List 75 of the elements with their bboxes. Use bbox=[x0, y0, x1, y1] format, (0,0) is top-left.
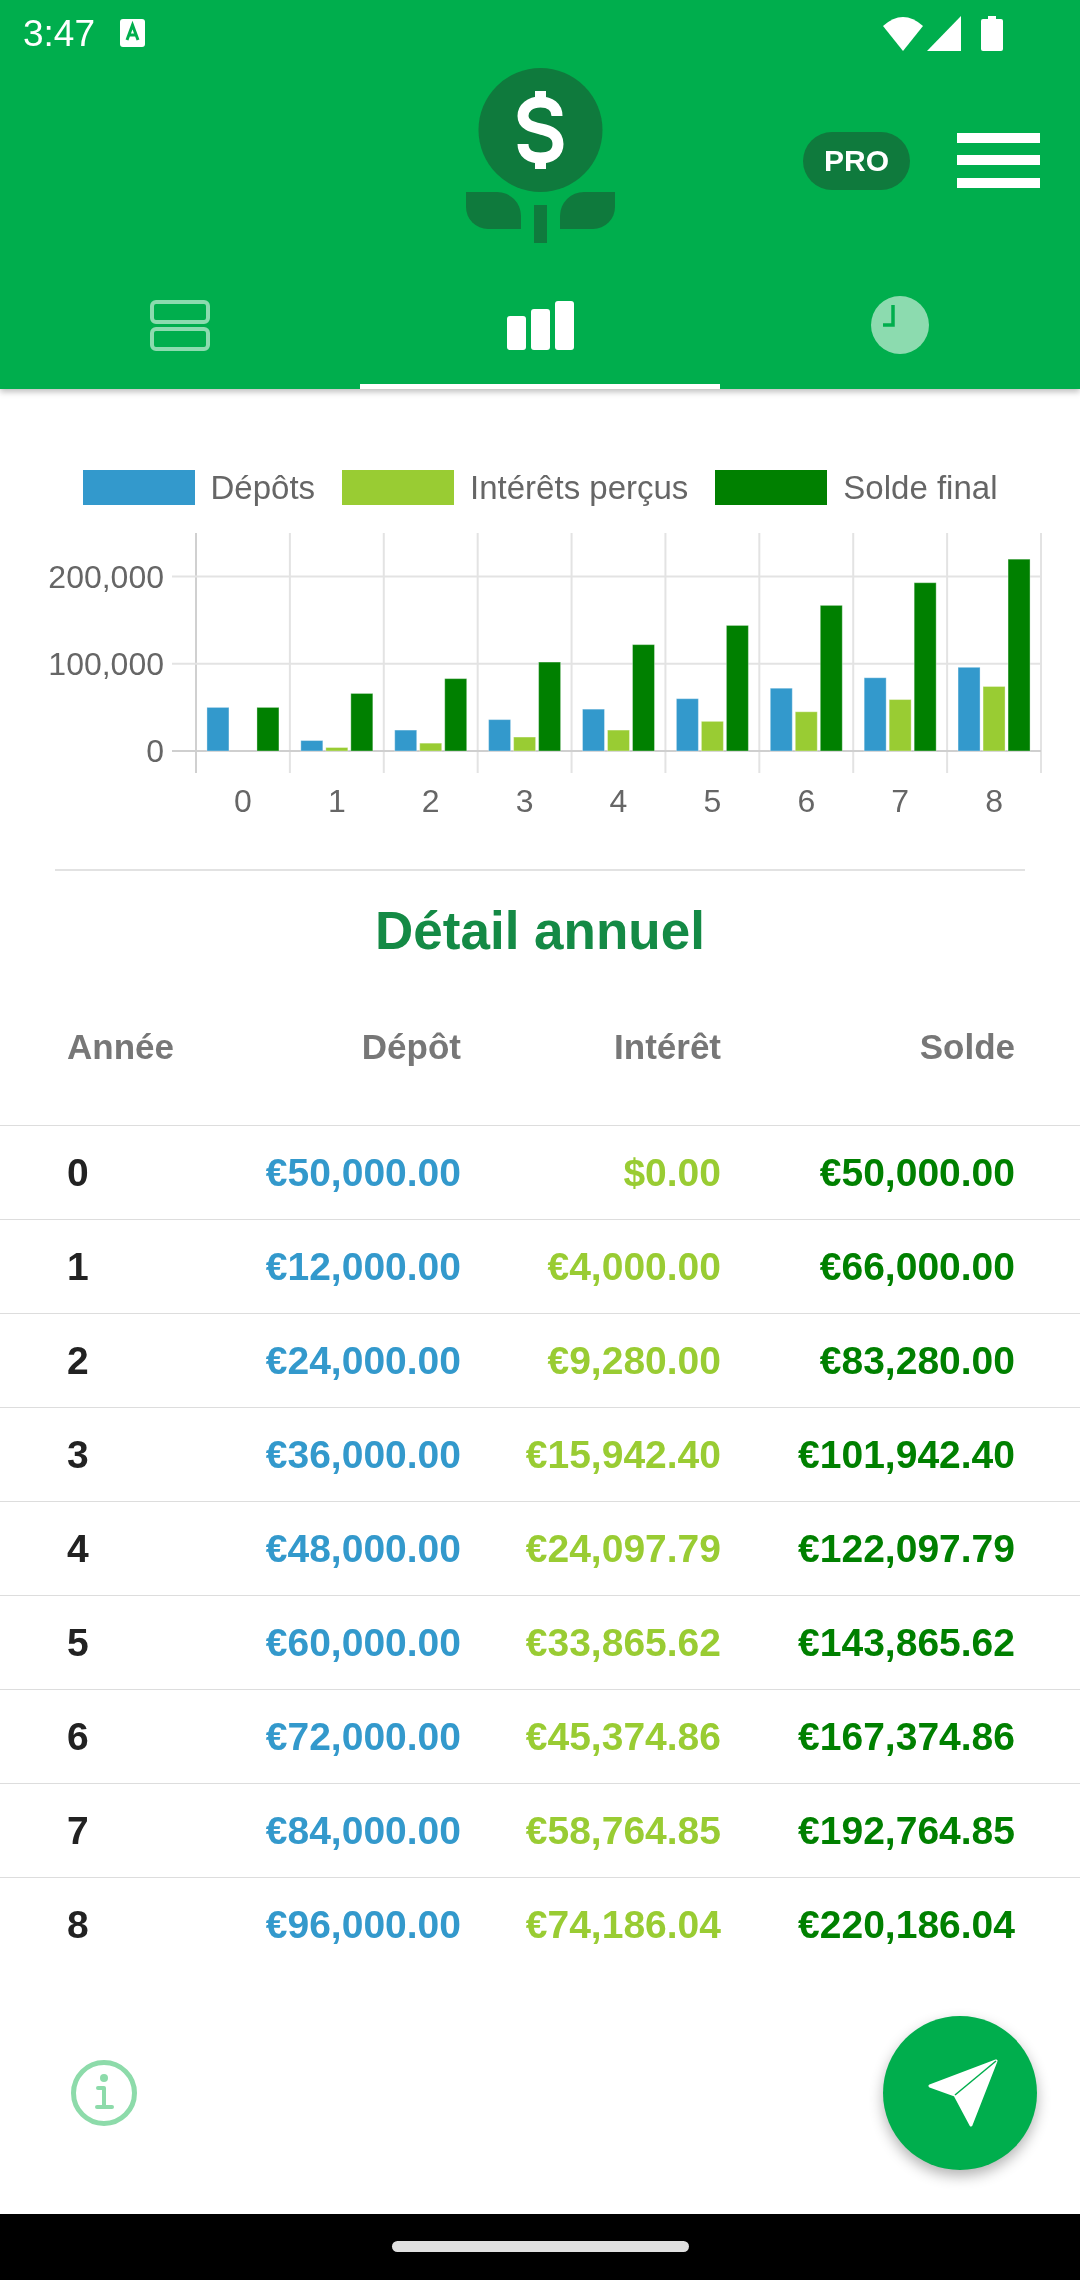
bar bbox=[256, 706, 280, 752]
axis-tick-label: 5 bbox=[703, 783, 722, 819]
table-cell: 0 bbox=[67, 1153, 89, 1192]
bar bbox=[582, 708, 605, 752]
axis-tick-label: 0 bbox=[234, 783, 252, 819]
table-cell: €50,000.00 bbox=[819, 1153, 1015, 1192]
column-header: Intérêt bbox=[614, 1027, 721, 1067]
table-cell: 4 bbox=[67, 1529, 89, 1568]
table-cell: €4,000.00 bbox=[547, 1247, 721, 1286]
section-title: Détail annuel bbox=[375, 903, 705, 957]
table-cell: €143,865.62 bbox=[798, 1623, 1015, 1662]
menu-button[interactable] bbox=[957, 133, 1040, 188]
table-cell: 8 bbox=[67, 1905, 89, 1944]
axis-tick-label: 3 bbox=[515, 783, 534, 819]
signal-icon bbox=[927, 15, 961, 51]
bar bbox=[607, 729, 630, 752]
send-button[interactable] bbox=[883, 2015, 1037, 2170]
table-cell: €84,000.00 bbox=[265, 1811, 461, 1850]
table-cell: 6 bbox=[67, 1717, 89, 1756]
axis-tick-label: 1 bbox=[327, 783, 346, 819]
table-cell: €83,280.00 bbox=[819, 1341, 1015, 1380]
bar bbox=[206, 706, 230, 752]
axis-tick-label: 7 bbox=[891, 783, 910, 819]
table-cell: €101,942.40 bbox=[798, 1435, 1015, 1474]
column-header: Dépôt bbox=[361, 1027, 461, 1067]
stacked-rows-icon[interactable] bbox=[150, 299, 210, 351]
table-cell: €45,374.86 bbox=[525, 1717, 721, 1756]
table-cell: 1 bbox=[67, 1247, 89, 1286]
legend-label: Dépôts bbox=[210, 470, 316, 504]
legend-label: Solde final bbox=[843, 470, 998, 504]
coin-plant-logo-icon bbox=[465, 68, 615, 243]
table-cell: €72,000.00 bbox=[265, 1717, 461, 1756]
table-cell: 2 bbox=[67, 1341, 89, 1380]
paper-plane-icon[interactable] bbox=[928, 2058, 998, 2127]
table-cell: €122,097.79 bbox=[798, 1529, 1015, 1568]
bar-chart-icon[interactable] bbox=[506, 300, 574, 350]
table-cell: €220,186.04 bbox=[798, 1905, 1015, 1944]
status-time: 3:47 bbox=[23, 14, 95, 52]
table-cell: €9,280.00 bbox=[547, 1341, 721, 1380]
axis-tick-label: 0 bbox=[146, 733, 164, 769]
table-cell: €15,942.40 bbox=[525, 1435, 721, 1474]
axis-tick-label: 6 bbox=[797, 783, 816, 819]
axis-tick-label: 200,000 bbox=[48, 558, 164, 595]
info-button[interactable] bbox=[71, 2059, 137, 2126]
notification-icon bbox=[120, 19, 145, 47]
pro-button[interactable]: PRO bbox=[803, 132, 910, 190]
axis-tick-label: 4 bbox=[609, 783, 628, 819]
table-cell: €66,000.00 bbox=[819, 1247, 1015, 1286]
column-header: Solde bbox=[919, 1027, 1015, 1067]
table-cell: €58,764.85 bbox=[525, 1811, 721, 1850]
table-cell: 5 bbox=[67, 1623, 89, 1662]
table-cell: 3 bbox=[67, 1435, 89, 1474]
wifi-icon bbox=[883, 15, 923, 51]
table-cell: $0.00 bbox=[623, 1153, 721, 1192]
table-cell: €74,186.04 bbox=[525, 1905, 721, 1944]
axis-tick-label: 100,000 bbox=[48, 645, 164, 682]
axis-tick-label: 8 bbox=[985, 783, 1003, 819]
column-header: Année bbox=[67, 1027, 174, 1067]
table-cell: €60,000.00 bbox=[265, 1623, 461, 1662]
table-cell: €36,000.00 bbox=[265, 1435, 461, 1474]
table-cell: 7 bbox=[67, 1811, 89, 1850]
table-cell: €192,764.85 bbox=[798, 1811, 1015, 1850]
table-cell: €24,000.00 bbox=[265, 1341, 461, 1380]
table-cell: €48,000.00 bbox=[265, 1529, 461, 1568]
clock-icon[interactable] bbox=[871, 296, 929, 354]
table-cell: €33,865.62 bbox=[525, 1623, 721, 1662]
table-cell: €12,000.00 bbox=[265, 1247, 461, 1286]
table-cell: €50,000.00 bbox=[265, 1153, 461, 1192]
battery-icon bbox=[981, 15, 1003, 51]
table-cell: €167,374.86 bbox=[798, 1717, 1015, 1756]
axis-tick-label: 2 bbox=[421, 783, 440, 819]
table-cell: €96,000.00 bbox=[265, 1905, 461, 1944]
home-indicator[interactable] bbox=[391, 2241, 689, 2252]
table-cell: €24,097.79 bbox=[525, 1529, 721, 1568]
legend-label: Intérêts perçus bbox=[470, 470, 689, 504]
